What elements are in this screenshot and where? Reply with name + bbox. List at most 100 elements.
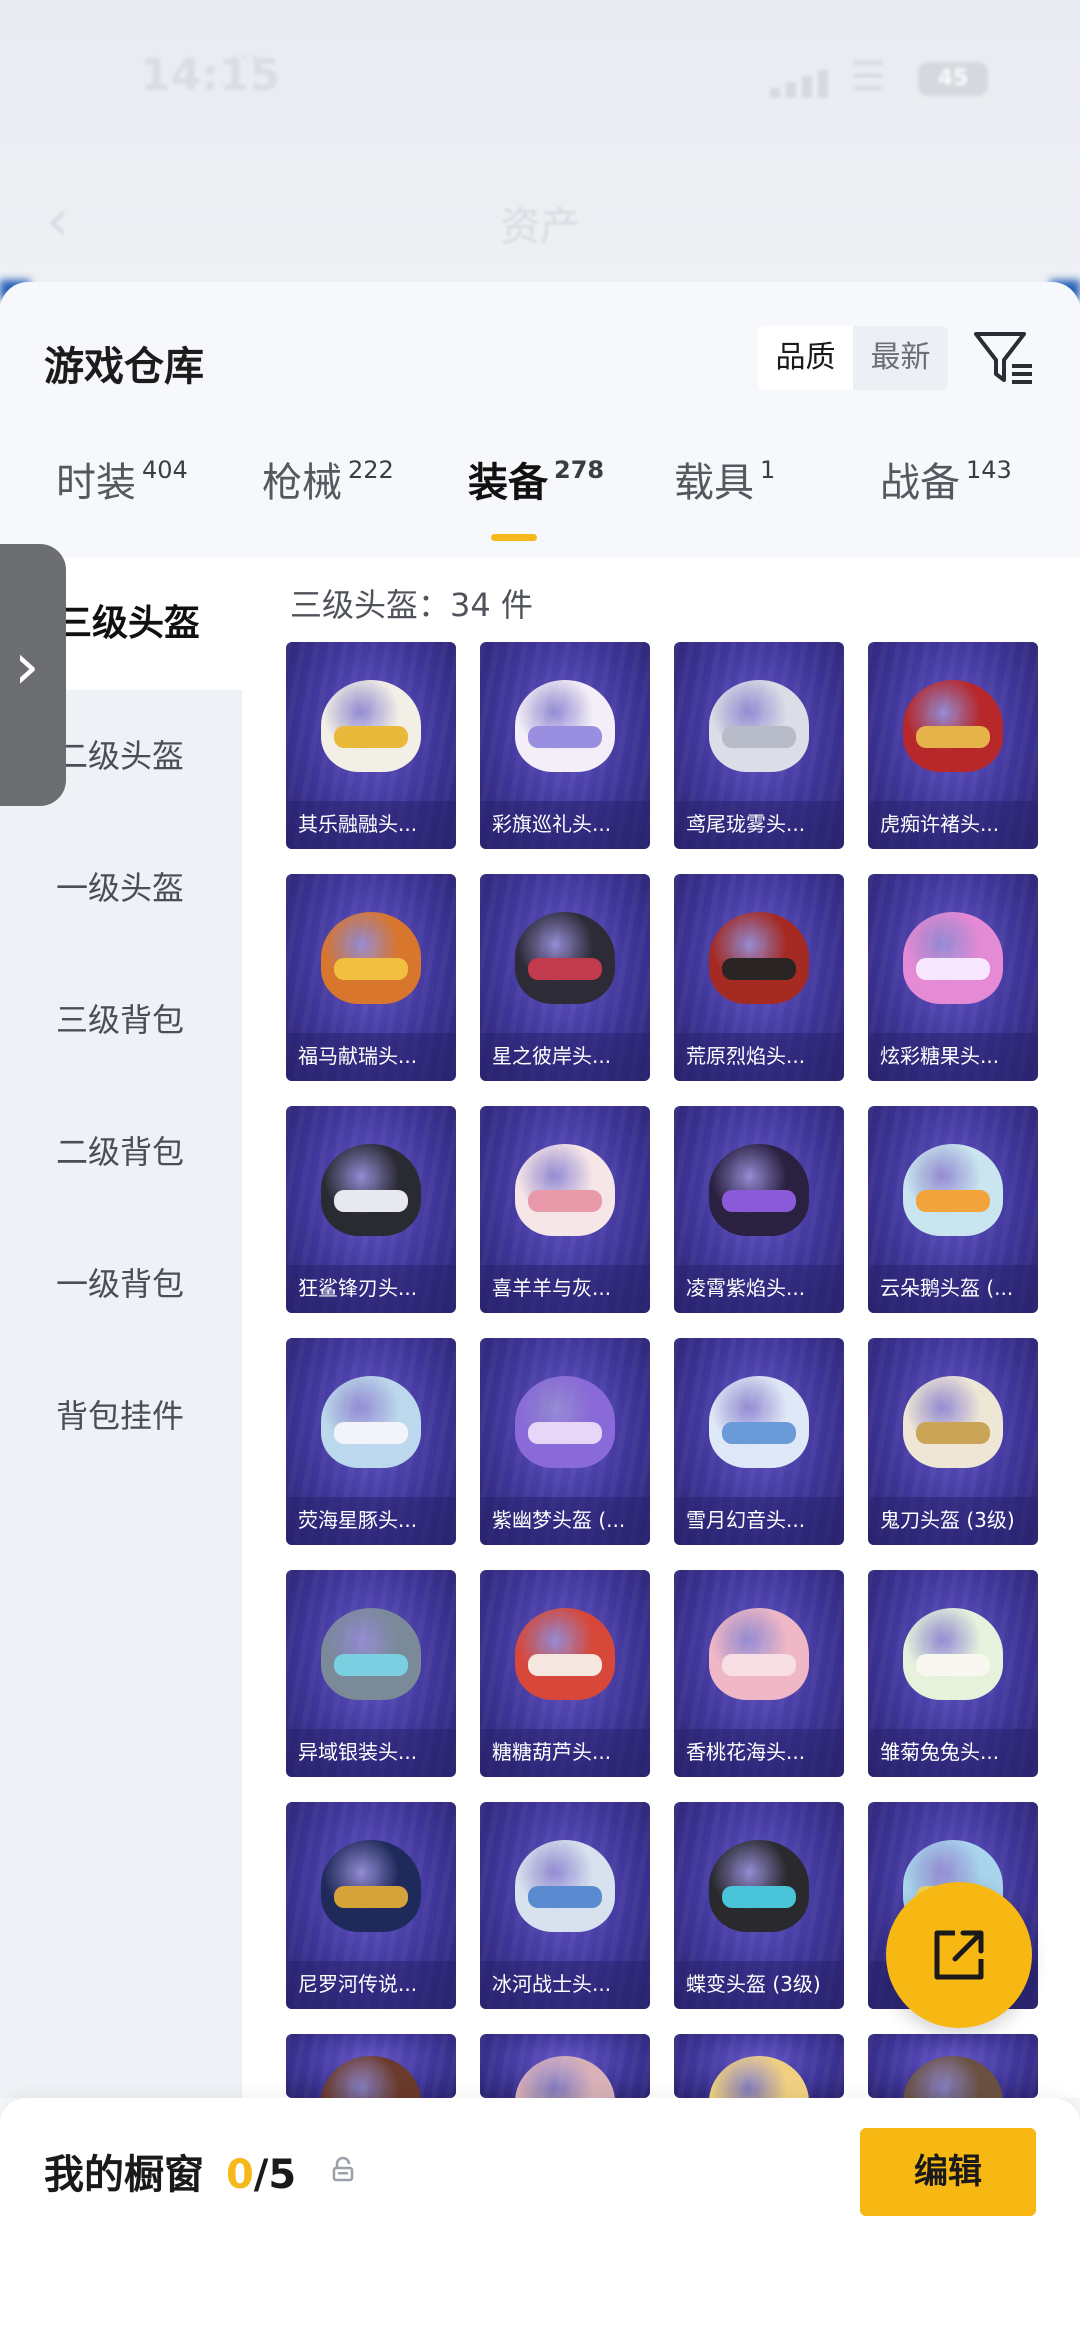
- tab-label: 载具: [674, 460, 754, 506]
- item-card[interactable]: 蝶变头盔 (3级): [674, 1802, 844, 2009]
- helmet-visor: [528, 726, 602, 748]
- item-name: 香桃花海头...: [674, 1729, 844, 1777]
- helmet-visor: [722, 958, 796, 980]
- item-card[interactable]: 云朵鹅头盔 (...: [868, 1106, 1038, 1313]
- helmet-visor: [916, 1190, 990, 1212]
- helmet-visor: [528, 1422, 602, 1444]
- item-name: 虎痴许褚头...: [868, 801, 1038, 849]
- category-item[interactable]: 二级背包: [0, 1086, 242, 1218]
- helmet-visor: [722, 1190, 796, 1212]
- item-card[interactable]: 其乐融融头...: [286, 642, 456, 849]
- status-time: 14:15: [140, 50, 281, 101]
- item-card[interactable]: 异域银装头...: [286, 1570, 456, 1777]
- item-card[interactable]: 荒原烈焰头...: [674, 874, 844, 1081]
- item-name: 鬼刀头盔 (3级): [868, 1497, 1038, 1545]
- category-item[interactable]: 三级背包: [0, 954, 242, 1086]
- signal-icon: [770, 68, 840, 98]
- item-name: 凌霄紫焰头...: [674, 1265, 844, 1313]
- panel-title: 游戏仓库: [44, 344, 204, 390]
- item-card[interactable]: 星之彼岸头...: [480, 874, 650, 1081]
- helmet-visor: [334, 1422, 408, 1444]
- active-tab-indicator: [491, 534, 537, 541]
- item-count: 三级头盔：34 件: [290, 586, 533, 624]
- item-name: 其乐融融头...: [286, 801, 456, 849]
- tab-label: 战备: [880, 460, 960, 506]
- item-name: 糖糖葫芦头...: [480, 1729, 650, 1777]
- item-card[interactable]: 荧海星豚头...: [286, 1338, 456, 1545]
- helmet-visor: [334, 726, 408, 748]
- wifi-icon: ☰: [850, 54, 886, 100]
- helmet-visor: [334, 958, 408, 980]
- tab-label: 装备: [468, 460, 548, 506]
- helmet-visor: [334, 1886, 408, 1908]
- item-card[interactable]: 尼罗河传说...: [286, 1802, 456, 2009]
- lock-icon: [332, 2156, 354, 2182]
- item-name: 星之彼岸头...: [480, 1033, 650, 1081]
- item-card[interactable]: 雪月幻音头...: [674, 1338, 844, 1545]
- item-name: 炫彩糖果头...: [868, 1033, 1038, 1081]
- item-name: 福马献瑞头...: [286, 1033, 456, 1081]
- item-card[interactable]: 鸢尾珑雾头...: [674, 642, 844, 849]
- item-name: 蝶变头盔 (3级): [674, 1961, 844, 2009]
- tab-equipment[interactable]: 装备 278: [468, 450, 604, 508]
- showcase-bar: 我的橱窗 0/5 编辑: [0, 2098, 1080, 2341]
- tab-vehicles[interactable]: 载具 1: [674, 450, 775, 508]
- item-name: 冰河战士头...: [480, 1961, 650, 2009]
- item-name: 雏菊兔兔头...: [868, 1729, 1038, 1777]
- item-card[interactable]: 炫彩糖果头...: [868, 874, 1038, 1081]
- item-name: 鸢尾珑雾头...: [674, 801, 844, 849]
- item-card[interactable]: 紫幽梦头盔 (...: [480, 1338, 650, 1545]
- item-card[interactable]: 香桃花海头...: [674, 1570, 844, 1777]
- share-icon: [934, 1930, 984, 1980]
- item-card[interactable]: 彩旗巡礼头...: [480, 642, 650, 849]
- item-name: 荧海星豚头...: [286, 1497, 456, 1545]
- helmet-visor: [722, 726, 796, 748]
- tab-count: 1: [760, 456, 776, 484]
- category-item[interactable]: 一级头盔: [0, 822, 242, 954]
- item-name: 异域银装头...: [286, 1729, 456, 1777]
- item-card[interactable]: [480, 2034, 650, 2098]
- item-name: 荒原烈焰头...: [674, 1033, 844, 1081]
- helmet-visor: [334, 1190, 408, 1212]
- item-card[interactable]: [674, 2034, 844, 2098]
- item-card[interactable]: 凌霄紫焰头...: [674, 1106, 844, 1313]
- tab-weapons[interactable]: 枪械 222: [262, 450, 394, 508]
- helmet-visor: [528, 958, 602, 980]
- item-name: 喜羊羊与灰...: [480, 1265, 650, 1313]
- tab-fashion[interactable]: 时装 404: [56, 450, 188, 508]
- battery-level: 45: [937, 66, 969, 91]
- helmet-visor: [528, 1190, 602, 1212]
- nav-header: ‹ 资产: [0, 180, 1080, 260]
- helmet-visor: [916, 958, 990, 980]
- item-name: 狂鲨锋刃头...: [286, 1265, 456, 1313]
- status-bar: 14:15 ... ☰ 45: [0, 32, 1080, 110]
- item-card[interactable]: 喜羊羊与灰...: [480, 1106, 650, 1313]
- helmet-visor: [722, 1654, 796, 1676]
- item-card[interactable]: 福马献瑞头...: [286, 874, 456, 1081]
- tab-gear[interactable]: 战备 143: [880, 450, 1012, 508]
- helmet-visor: [916, 726, 990, 748]
- item-card[interactable]: 冰河战士头...: [480, 1802, 650, 2009]
- edit-button[interactable]: 编辑: [860, 2128, 1036, 2216]
- tab-label: 枪械: [262, 460, 342, 506]
- helmet-visor: [916, 1654, 990, 1676]
- sort-option-newest[interactable]: 最新: [853, 326, 948, 390]
- status-carrier: ...: [230, 32, 259, 67]
- side-drawer-handle[interactable]: ›: [0, 544, 66, 806]
- showcase-title: 我的橱窗: [44, 2152, 204, 2198]
- category-item[interactable]: 背包挂件: [0, 1350, 242, 1482]
- item-card[interactable]: 虎痴许褚头...: [868, 642, 1038, 849]
- item-card[interactable]: [286, 2034, 456, 2098]
- category-item[interactable]: 一级背包: [0, 1218, 242, 1350]
- item-card[interactable]: [868, 2034, 1038, 2098]
- sort-option-quality[interactable]: 品质: [758, 326, 853, 390]
- item-card[interactable]: 狂鲨锋刃头...: [286, 1106, 456, 1313]
- sort-toggle[interactable]: 品质 最新: [758, 326, 948, 390]
- item-card[interactable]: 雏菊兔兔头...: [868, 1570, 1038, 1777]
- item-card[interactable]: 糖糖葫芦头...: [480, 1570, 650, 1777]
- item-card[interactable]: 鬼刀头盔 (3级): [868, 1338, 1038, 1545]
- item-name: 彩旗巡礼头...: [480, 801, 650, 849]
- tab-count: 278: [554, 456, 605, 484]
- share-button[interactable]: [886, 1882, 1032, 2028]
- filter-icon[interactable]: [972, 328, 1036, 388]
